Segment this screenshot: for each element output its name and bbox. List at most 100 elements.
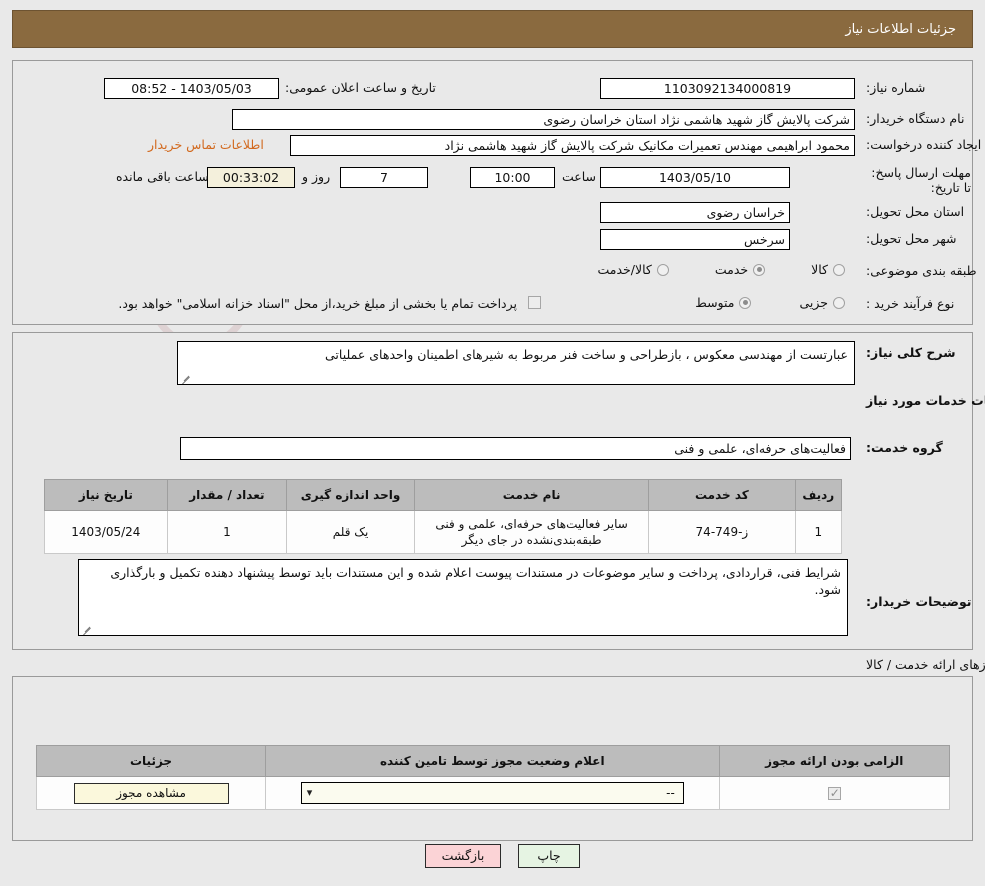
permit-required-checkbox	[827, 785, 841, 801]
permits-table-header-row: الزامی بودن ارائه مجوز اعلام وضعیت مجوز …	[35, 745, 950, 777]
chevron-down-icon: ▾	[306, 786, 313, 799]
need-number-label-wrap: شماره نیاز:	[866, 80, 925, 95]
province-label: استان محل تحویل:	[866, 204, 965, 219]
resize-grip-icon	[181, 372, 191, 382]
requester-label-wrap: ایجاد کننده درخواست:	[866, 137, 981, 152]
need-desc-textarea[interactable]: عبارتست از مهندسی معکوس ، بازطراحی و ساخ…	[177, 341, 855, 385]
services-th-3: واحد اندازه گیری	[286, 479, 416, 511]
province-label-wrap: استان محل تحویل:	[866, 204, 964, 219]
services-th-1: کد خدمت	[648, 479, 796, 511]
radio-khedmat[interactable]	[753, 263, 766, 276]
radio-motevaset[interactable]	[739, 296, 752, 309]
services-th-0: ردیف	[794, 479, 843, 511]
need-number-label: شماره نیاز:	[866, 80, 926, 95]
view-permit-button[interactable]: مشاهده مجوز	[73, 782, 229, 804]
category-option-label-1: خدمت	[714, 262, 749, 277]
city-label: شهر محل تحویل:	[866, 231, 957, 246]
deadline-label: مهلت ارسال پاسخ: تا تاریخ:	[871, 165, 971, 195]
category-option-kala[interactable]: کالا	[811, 262, 845, 277]
page-root: AriaTender.net جزئیات اطلاعات نیاز شماره…	[0, 0, 985, 886]
category-option-label-2: کالا/خدمت	[597, 262, 652, 277]
category-radio-group: کالا خدمت کالا/خدمت	[450, 262, 845, 277]
permits-table-head: الزامی بودن ارائه مجوز اعلام وضعیت مجوز …	[35, 745, 950, 777]
countdown-value: 00:33:02	[207, 167, 295, 188]
services-table-body: 1 ز-749-74 سایر فعالیت‌های حرفه‌ای، علمی…	[44, 510, 843, 554]
permits-th-0: الزامی بودن ارائه مجوز	[718, 745, 950, 777]
buyer-org-value: شرکت پالایش گاز شهید هاشمی نژاد استان خر…	[232, 109, 855, 130]
permits-table-body: ▾ -- مشاهده مجوز	[35, 776, 950, 810]
radio-kala-khedmat[interactable]	[656, 263, 669, 276]
permits-td-details: مشاهده مجوز	[35, 776, 267, 810]
requester-label: ایجاد کننده درخواست:	[866, 137, 982, 152]
buyer-contact-link[interactable]: اطلاعات تماس خریدار	[148, 137, 264, 152]
category-option-kala-khedmat[interactable]: کالا/خدمت	[597, 262, 669, 277]
payment-checkbox[interactable]	[528, 296, 541, 309]
permits-td-required	[718, 776, 950, 810]
permits-table: الزامی بودن ارائه مجوز اعلام وضعیت مجوز …	[35, 745, 950, 810]
process-option-motevaset[interactable]: متوسط	[695, 295, 752, 310]
page-title-bar: جزئیات اطلاعات نیاز	[12, 10, 973, 48]
deadline-date-value: 1403/05/10	[600, 167, 790, 188]
need-desc-value: عبارتست از مهندسی معکوس ، بازطراحی و ساخ…	[325, 347, 848, 362]
back-button[interactable]: بازگشت	[425, 844, 501, 868]
permits-th-1: اعلام وضعیت مجوز توسط تامین کننده	[265, 745, 720, 777]
process-label-wrap: نوع فرآیند خرید :	[866, 296, 954, 311]
countdown-label: ساعت باقی مانده	[116, 169, 209, 184]
announce-datetime-value: 1403/05/03 - 08:52	[104, 78, 279, 99]
city-value: سرخس	[600, 229, 790, 250]
table-row: ▾ -- مشاهده مجوز	[35, 776, 950, 810]
service-group-value: فعالیت‌های حرفه‌ای، علمی و فنی	[180, 437, 851, 460]
services-td-quantity: 1	[166, 510, 288, 554]
print-button[interactable]: چاپ	[518, 844, 580, 868]
need-number-value: 1103092134000819	[600, 78, 855, 99]
page-title: جزئیات اطلاعات نیاز	[845, 21, 956, 37]
services-section-title: اطلاعات خدمات مورد نیاز	[866, 393, 985, 408]
services-td-need-date: 1403/05/24	[44, 510, 168, 554]
category-option-khedmat[interactable]: خدمت	[714, 262, 766, 277]
process-label: نوع فرآیند خرید :	[866, 296, 955, 311]
buyer-org-label: نام دستگاه خریدار:	[866, 111, 965, 126]
process-radio-group: جزیی متوسط	[560, 295, 845, 310]
resize-grip-icon-2	[82, 623, 92, 633]
services-th-5: تاریخ نیاز	[44, 479, 168, 511]
services-td-service-code: ز-749-74	[648, 510, 796, 554]
process-option-label-0: جزیی	[799, 295, 828, 310]
need-desc-label: شرح کلی نیاز:	[866, 345, 956, 360]
city-label-wrap: شهر محل تحویل:	[866, 231, 956, 246]
services-table: ردیف کد خدمت نام خدمت واحد اندازه گیری ت…	[44, 479, 843, 554]
announce-datetime-label: تاریخ و ساعت اعلان عمومی:	[285, 80, 436, 95]
table-row: 1 ز-749-74 سایر فعالیت‌های حرفه‌ای، علمی…	[44, 510, 843, 554]
need-summary-panel	[12, 60, 973, 325]
radio-kala[interactable]	[833, 263, 845, 276]
category-label: طبقه بندی موضوعی:	[866, 263, 977, 278]
permits-section-title: اطلاعات مجوزهای ارائه خدمت / کالا	[866, 657, 985, 672]
services-table-head: ردیف کد خدمت نام خدمت واحد اندازه گیری ت…	[44, 479, 843, 511]
services-th-2: نام خدمت	[414, 479, 650, 511]
permits-td-status: ▾ --	[265, 776, 720, 810]
service-group-label: گروه خدمت:	[866, 440, 943, 455]
services-td-unit: یک قلم	[286, 510, 416, 554]
payment-note: پرداخت تمام یا بخشی از مبلغ خرید،از محل …	[118, 296, 517, 311]
province-value: خراسان رضوی	[600, 202, 790, 223]
services-th-4: تعداد / مقدار	[166, 479, 288, 511]
services-table-header-row: ردیف کد خدمت نام خدمت واحد اندازه گیری ت…	[44, 479, 843, 511]
category-option-label-0: کالا	[811, 262, 828, 277]
buyer-notes-textarea[interactable]: شرایط فنی، قراردادی، پرداخت و سایر موضوع…	[78, 559, 848, 636]
process-option-jozei[interactable]: جزیی	[799, 295, 845, 310]
remaining-days-value: 7	[340, 167, 428, 188]
deadline-time-value: 10:00	[470, 167, 555, 188]
services-td-service-name: سایر فعالیت‌های حرفه‌ای، علمی و فنی طبقه…	[414, 510, 650, 554]
deadline-label-wrap: مهلت ارسال پاسخ: تا تاریخ:	[866, 165, 971, 195]
announce-datetime-label-wrap: تاریخ و ساعت اعلان عمومی:	[285, 80, 436, 95]
buyer-org-label-wrap: نام دستگاه خریدار:	[866, 111, 964, 126]
permits-th-2: جزئیات	[35, 745, 267, 777]
permit-status-select[interactable]: ▾ --	[300, 782, 684, 804]
radio-jozei[interactable]	[833, 296, 845, 309]
permit-status-value: --	[666, 786, 675, 800]
requester-value: محمود ابراهیمی مهندس تعمیرات مکانیک شرکت…	[290, 135, 855, 156]
buyer-notes-value: شرایط فنی، قراردادی، پرداخت و سایر موضوع…	[110, 565, 841, 597]
category-label-wrap: طبقه بندی موضوعی:	[866, 263, 977, 278]
services-td-row-no: 1	[794, 510, 843, 554]
remaining-days-label: روز و	[302, 169, 331, 184]
process-option-label-1: متوسط	[695, 295, 735, 310]
